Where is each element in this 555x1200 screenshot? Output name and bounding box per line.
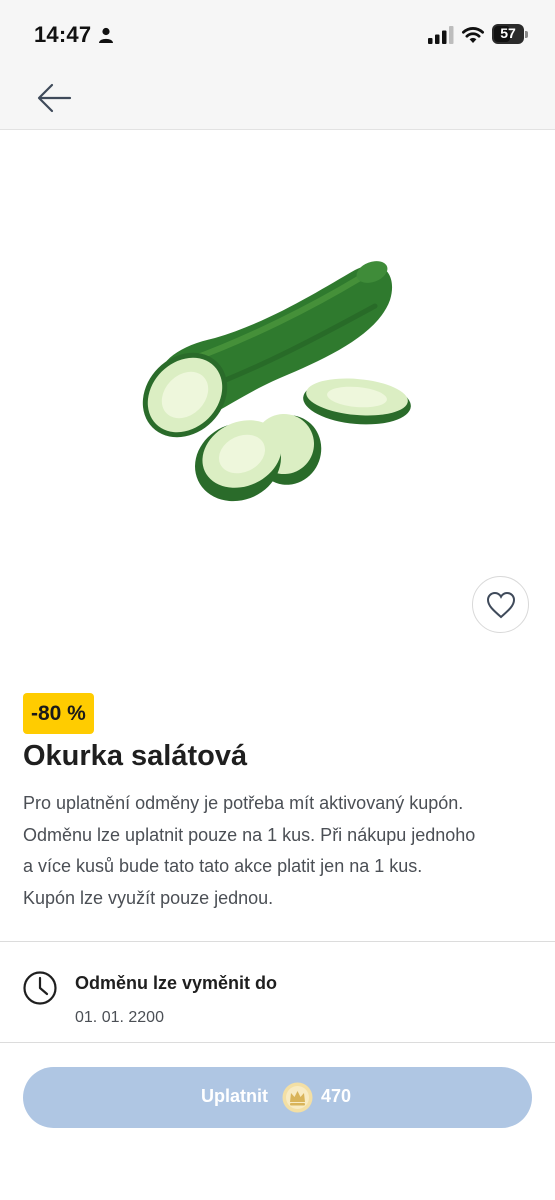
description-line: Pro uplatnění odměny je potřeba mít akti… [23, 793, 464, 813]
back-button[interactable] [30, 80, 78, 120]
battery-level: 57 [500, 25, 516, 41]
wifi-icon [462, 27, 484, 43]
redeem-points: 470 [321, 1086, 352, 1106]
status-time: 14:47 [34, 22, 92, 47]
description-line: a více kusů bude tato tato akce platit j… [23, 856, 423, 876]
redeem-label: Uplatnit [201, 1086, 268, 1106]
discount-badge: -80 % [23, 693, 94, 734]
section-divider [0, 1042, 555, 1043]
person-icon [99, 27, 113, 43]
status-bar: 14:47 57 [0, 0, 555, 68]
arrow-left-icon [37, 83, 72, 113]
description-line: Odměnu lze uplatnit pouze na 1 kus. Při … [23, 824, 476, 845]
product-description: Pro uplatnění odměny je potřeba mít akti… [23, 788, 533, 914]
description-line: Kupón lze využít pouze jednou. [23, 887, 274, 908]
product-title: Okurka salátová [23, 740, 248, 772]
signal-icon [428, 26, 454, 44]
expiry-label: Odměnu lze vyměnit do [75, 973, 278, 993]
heart-outline-icon [486, 591, 516, 619]
clock-icon [23, 971, 57, 1005]
redeem-button[interactable]: Uplatnit 470 [23, 1067, 532, 1128]
battery-icon: 57 [492, 24, 528, 44]
section-divider [0, 941, 555, 942]
expiry-date: 01. 01. 2200 [75, 1009, 164, 1026]
crown-coin-icon [282, 1082, 313, 1113]
favorite-button[interactable] [472, 576, 529, 633]
nav-bar [0, 68, 555, 130]
cucumber-image [142, 261, 411, 502]
battery-cap [525, 31, 528, 38]
